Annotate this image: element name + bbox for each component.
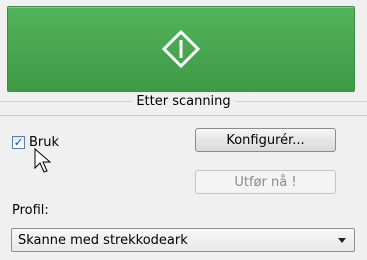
configure-button[interactable]: Konfigurér... <box>195 128 336 152</box>
scan-diamond-icon <box>162 30 200 68</box>
use-checkbox[interactable]: ✓ <box>12 136 25 149</box>
scan-button[interactable] <box>7 6 355 92</box>
profile-select[interactable]: Skanne med strekkodeark <box>11 228 355 252</box>
mouse-cursor-icon <box>34 148 52 173</box>
profile-select-value: Skanne med strekkodeark <box>18 232 188 248</box>
section-title-text: Etter scanning <box>132 94 235 109</box>
section-title: Etter scanning <box>0 94 367 110</box>
chevron-down-icon <box>338 238 346 243</box>
profile-label: Profil: <box>12 203 49 218</box>
section-underline <box>0 115 367 116</box>
run-now-button[interactable]: Utfør nå ! <box>195 170 336 194</box>
